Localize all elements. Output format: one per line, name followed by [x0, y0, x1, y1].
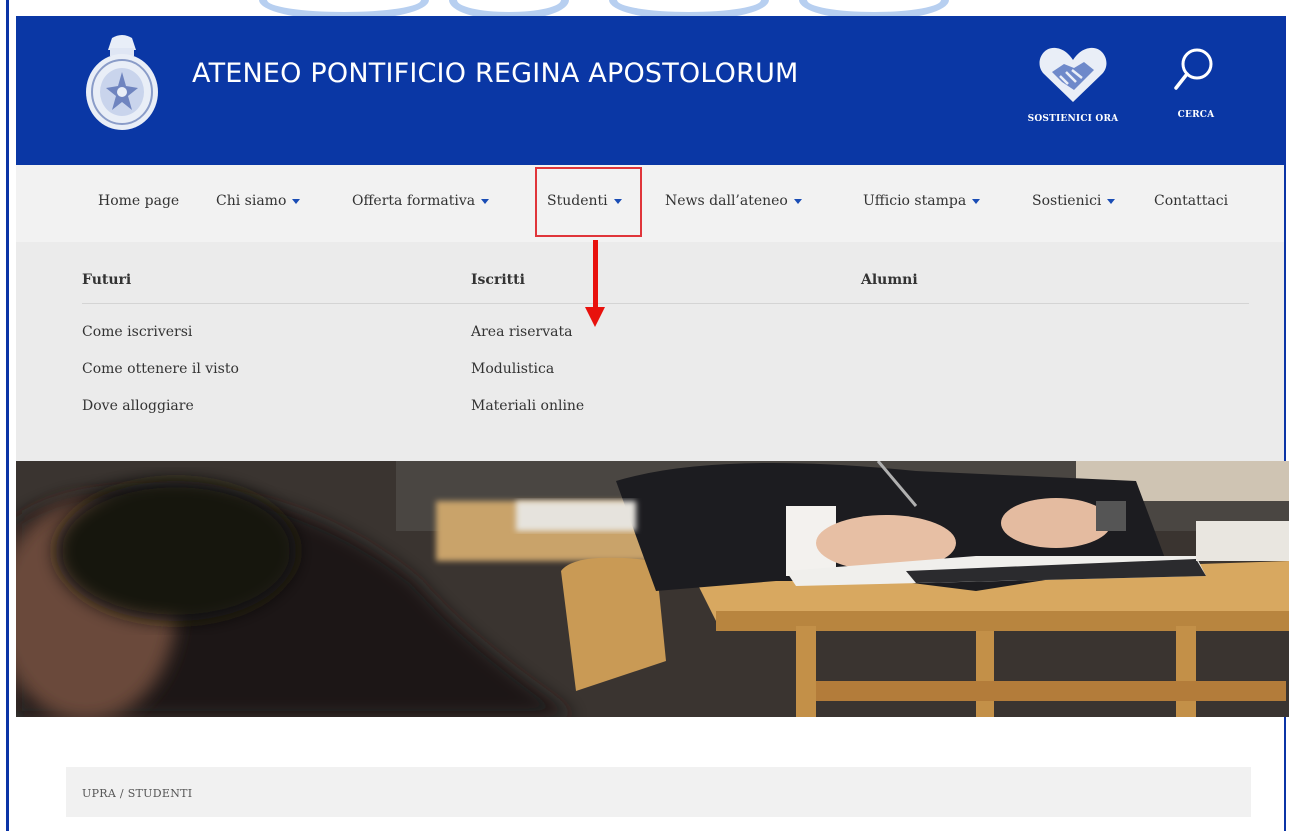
nav-label: Contattaci	[1154, 193, 1229, 209]
arrow-down-icon	[585, 307, 605, 327]
column-heading-iscritti: Iscritti	[471, 272, 525, 288]
column-heading-alumni: Alumni	[861, 272, 918, 288]
menu-divider	[82, 303, 1249, 304]
nav-label: Offerta formativa	[352, 193, 476, 209]
watermark-shape	[259, 0, 429, 16]
caret-down-icon	[972, 198, 981, 204]
menu-link-materiali-online[interactable]: Materiali online	[471, 398, 584, 414]
nav-item-home[interactable]: Home page	[98, 193, 179, 209]
column-heading-futuri: Futuri	[82, 272, 132, 288]
search-label: CERCA	[1177, 110, 1215, 120]
highlight-box-studenti	[535, 167, 642, 237]
nav-label: Chi siamo	[216, 193, 287, 209]
annotation-arrow	[593, 240, 598, 310]
site-header: ATENEO PONTIFICIO REGINA APOSTOLORUM SOS…	[16, 16, 1284, 165]
caret-down-icon	[292, 198, 301, 204]
nav-item-contattaci[interactable]: Contattaci	[1154, 193, 1228, 209]
menu-link-alloggio[interactable]: Dove alloggiare	[82, 398, 194, 414]
watermark-shape	[799, 0, 949, 16]
studenti-dropdown-menu: Futuri Iscritti Alumni Come iscriversi C…	[16, 242, 1284, 461]
nav-label: Sostienici	[1032, 193, 1102, 209]
watermark-strip	[9, 0, 1284, 16]
caret-down-icon	[1107, 198, 1116, 204]
menu-link-visto[interactable]: Come ottenere il visto	[82, 361, 239, 377]
watermark-shape	[609, 0, 769, 16]
university-seal-icon[interactable]	[82, 34, 162, 132]
menu-link-modulistica[interactable]: Modulistica	[471, 361, 554, 377]
main-nav: Home page Chi siamo Offerta formativa St…	[16, 165, 1284, 242]
nav-item-ufficio-stampa[interactable]: Ufficio stampa	[863, 193, 981, 209]
hero-image	[16, 461, 1289, 717]
magnifier-icon	[1174, 48, 1213, 90]
watermark-shape	[449, 0, 569, 16]
nav-item-news[interactable]: News dall’ateneo	[665, 193, 802, 209]
support-label: SOSTIENICI ORA	[1027, 114, 1119, 124]
nav-item-offerta-formativa[interactable]: Offerta formativa	[352, 193, 490, 209]
nav-item-chi-siamo[interactable]: Chi siamo	[216, 193, 301, 209]
nav-label: Ufficio stampa	[863, 193, 967, 209]
frame-border-left	[6, 0, 9, 831]
nav-label: Home page	[98, 193, 180, 209]
site-title[interactable]: ATENEO PONTIFICIO REGINA APOSTOLORUM	[192, 58, 799, 89]
search-button[interactable]: CERCA	[1166, 46, 1226, 146]
nav-label: News dall’ateneo	[665, 193, 788, 209]
breadcrumb-text[interactable]: UPRA / STUDENTI	[82, 787, 192, 800]
support-now-button[interactable]: SOSTIENICI ORA	[1023, 46, 1123, 146]
nav-item-sostienici[interactable]: Sostienici	[1032, 193, 1116, 209]
caret-down-icon	[481, 198, 490, 204]
caret-down-icon	[793, 198, 802, 204]
heart-handshake-icon	[1039, 47, 1107, 102]
menu-link-come-iscriversi[interactable]: Come iscriversi	[82, 324, 192, 340]
breadcrumb: UPRA / STUDENTI	[66, 767, 1251, 817]
menu-link-area-riservata[interactable]: Area riservata	[471, 324, 572, 340]
